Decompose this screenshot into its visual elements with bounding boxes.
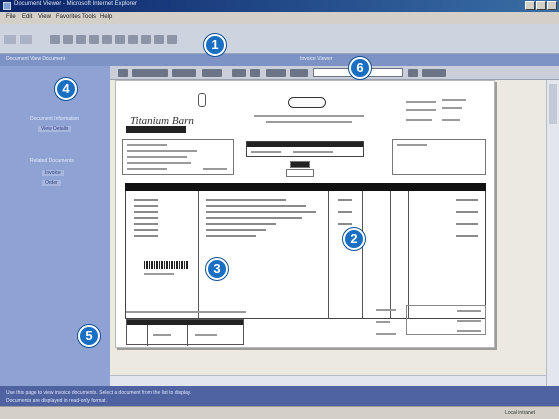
status-zone: Local intranet (504, 410, 535, 416)
viewer-first-page-icon[interactable] (118, 69, 128, 77)
date-box (286, 169, 314, 177)
mail-icon[interactable] (128, 35, 138, 44)
sidebar-section-info: Document Information (30, 116, 80, 122)
toolbar-icons (50, 35, 177, 44)
menu-help[interactable]: Help (100, 14, 112, 20)
sidebar-link-order[interactable]: Order (42, 180, 61, 186)
viewer-search-icon[interactable] (408, 69, 418, 77)
back-icon[interactable] (4, 35, 16, 44)
viewer-nav-button[interactable] (132, 69, 168, 77)
window-title: Document Viewer - Microsoft Internet Exp… (14, 1, 137, 7)
callout-marker: 3 (206, 258, 228, 280)
company-logo-bar (126, 126, 186, 133)
info-footer-line2: Documents are displayed in read-only for… (6, 398, 107, 404)
app-header: Document View Document Invoice Viewer (0, 54, 559, 66)
menu-file[interactable]: File (6, 14, 16, 20)
bill-to-box (122, 139, 234, 175)
callout-marker: 6 (349, 57, 371, 79)
barcode-block (144, 257, 196, 281)
meta-line (406, 101, 436, 103)
edit-icon[interactable] (154, 35, 164, 44)
close-button[interactable] (547, 1, 557, 10)
meta-line (406, 109, 436, 111)
minimize-button[interactable] (525, 1, 535, 10)
notes-line (126, 311, 246, 313)
status-stamp (290, 161, 310, 168)
totals-label (376, 309, 396, 311)
viewer-print-button[interactable] (266, 69, 286, 77)
favorites-icon[interactable] (102, 35, 112, 44)
discuss-icon[interactable] (167, 35, 177, 44)
home-icon[interactable] (76, 35, 86, 44)
sidebar-link-invoice[interactable]: Invoice (42, 170, 64, 176)
meta-line (442, 107, 462, 109)
invoice-title-badge (288, 97, 326, 108)
app-header-center: Invoice Viewer (300, 56, 333, 62)
title-bar: Document Viewer - Microsoft Internet Exp… (0, 0, 559, 12)
vertical-scrollbar[interactable] (546, 80, 559, 386)
search-icon[interactable] (89, 35, 99, 44)
viewer-rotate-icon[interactable] (250, 69, 260, 77)
callout-marker: 5 (78, 325, 100, 347)
browser-window: Document Viewer - Microsoft Internet Exp… (0, 0, 559, 419)
menu-edit[interactable]: Edit (22, 14, 32, 20)
print-icon[interactable] (141, 35, 151, 44)
app-icon (3, 2, 11, 10)
barcode-icon (144, 261, 188, 269)
scrollbar-thumb[interactable] (549, 84, 557, 124)
header-line (254, 115, 364, 117)
totals-label (376, 333, 396, 335)
menu-favorites[interactable]: Favorites (56, 14, 81, 20)
viewer-toolbar (110, 66, 559, 80)
stop-icon[interactable] (50, 35, 60, 44)
status-bar: Local intranet (0, 406, 559, 419)
ship-info-box (246, 141, 364, 157)
invoice-page: Titanium Barn (115, 80, 495, 348)
nav-buttons (4, 35, 32, 44)
menu-view[interactable]: View (38, 14, 51, 20)
header-line (266, 121, 352, 123)
viewer-save-button[interactable] (290, 69, 308, 77)
menu-tools[interactable]: Tools (82, 14, 96, 20)
viewer-page-button[interactable] (172, 69, 196, 77)
logo-emblem-icon (198, 93, 206, 107)
maximize-button[interactable] (536, 1, 546, 10)
forward-icon[interactable] (20, 35, 32, 44)
meta-line (442, 119, 460, 121)
meta-line (406, 119, 432, 121)
meta-line (442, 99, 466, 101)
callout-marker: 1 (204, 34, 226, 56)
sidebar-link-details[interactable]: View Details (38, 126, 72, 132)
payment-box (126, 319, 244, 346)
line-items-header (125, 183, 486, 191)
totals-label (376, 321, 390, 323)
window-controls (525, 1, 557, 10)
totals-box (406, 305, 486, 335)
info-footer-line1: Use this page to view invoice documents.… (6, 390, 192, 396)
app-header-left: Document View Document (6, 56, 66, 62)
horizontal-scrollbar[interactable] (110, 375, 546, 386)
history-icon[interactable] (115, 35, 125, 44)
viewer-zoom-button[interactable] (202, 69, 222, 77)
refresh-icon[interactable] (63, 35, 73, 44)
remit-box (392, 139, 486, 175)
browser-toolbar (0, 24, 559, 54)
callout-marker: 4 (55, 78, 77, 100)
callout-marker: 2 (343, 228, 365, 250)
line-items-table (125, 191, 486, 319)
sidebar-section-related: Related Documents (30, 158, 74, 164)
viewer-go-button[interactable] (422, 69, 446, 77)
viewer-fit-icon[interactable] (232, 69, 246, 77)
menu-bar: File Edit View Favorites Tools Help (0, 12, 559, 24)
